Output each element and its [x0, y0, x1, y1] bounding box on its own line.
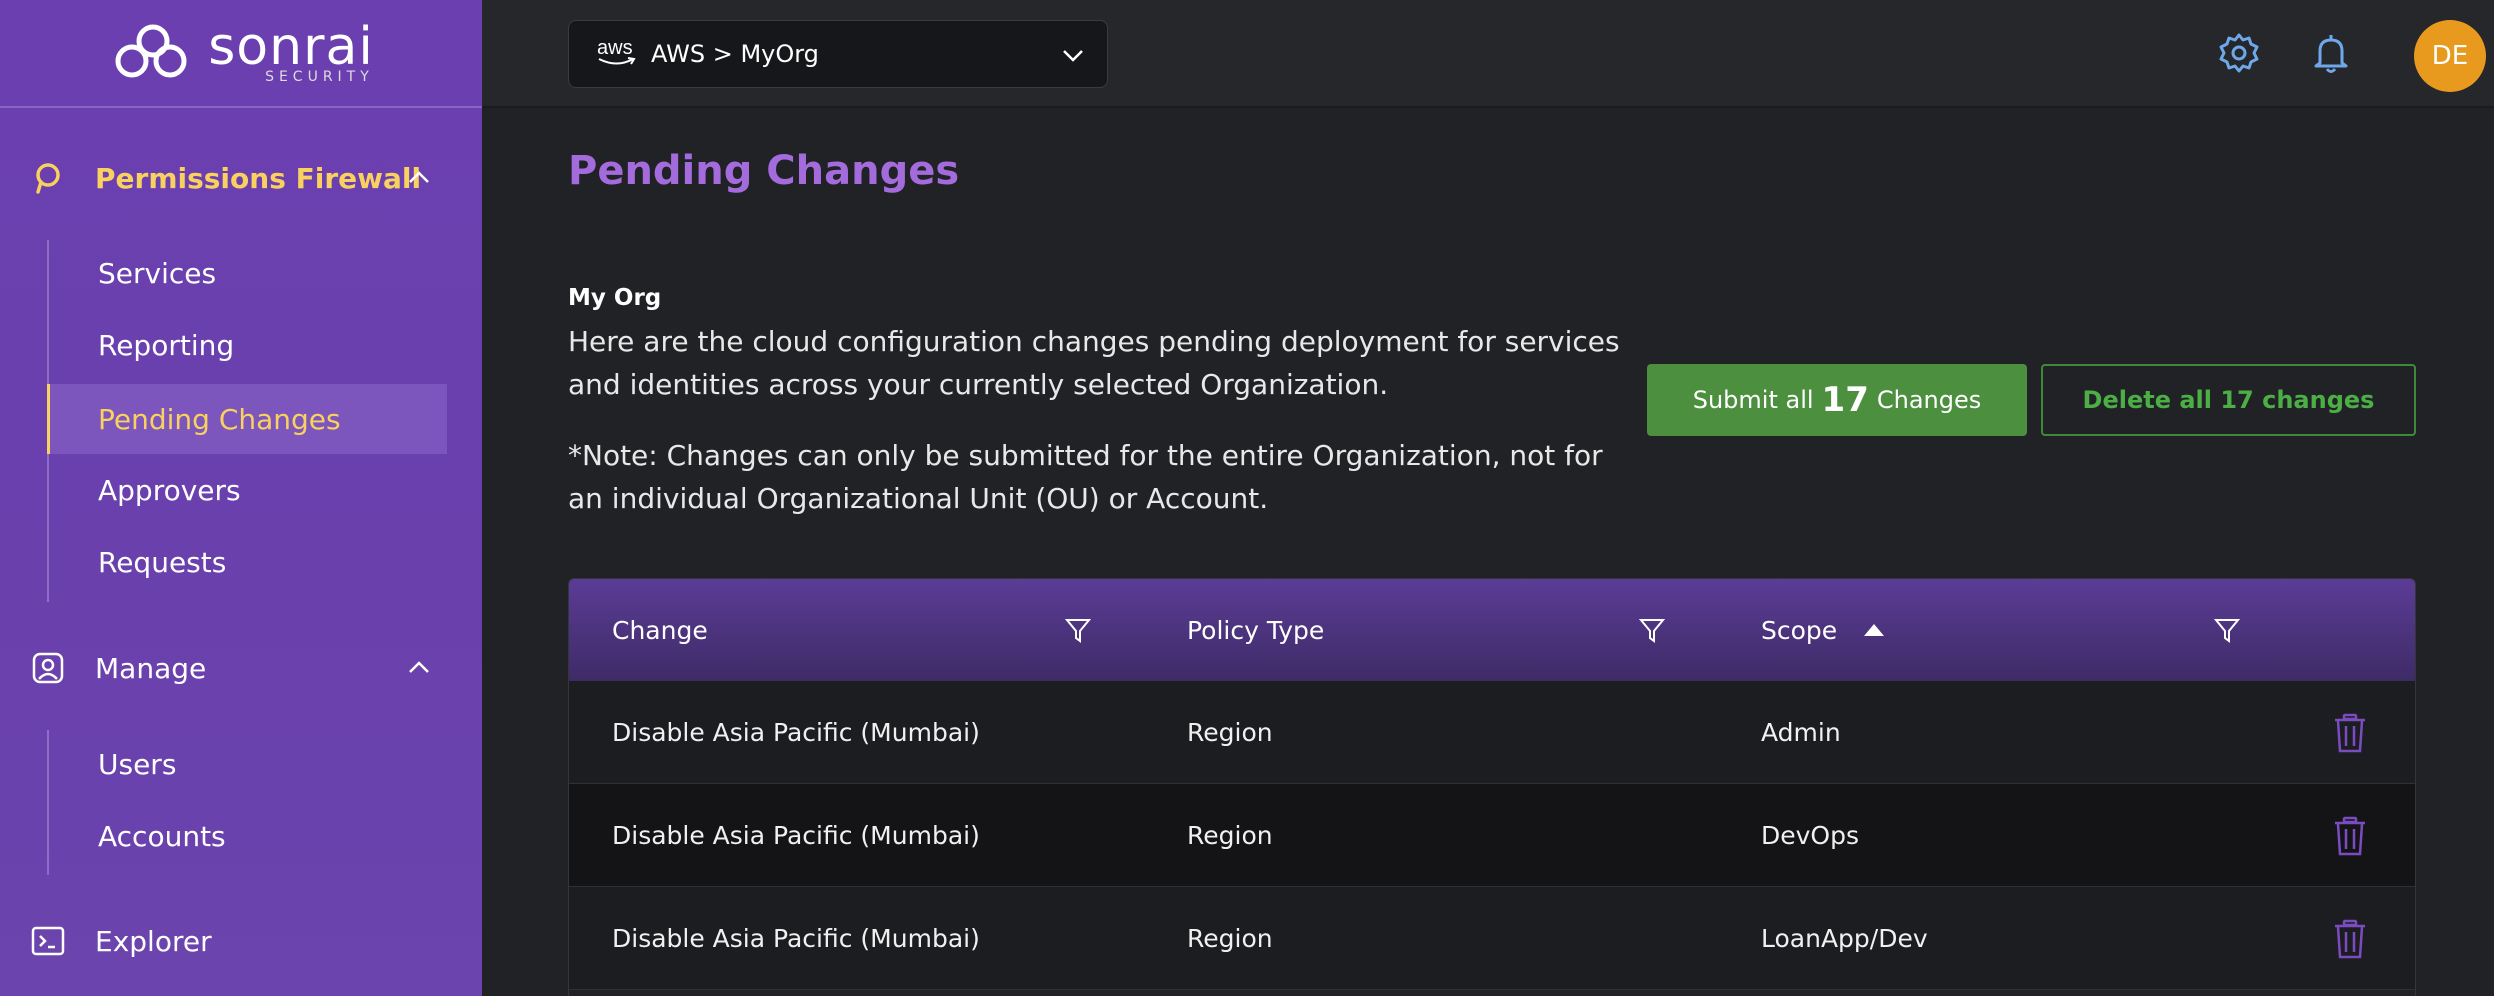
page-description: Here are the cloud configuration changes… [568, 325, 1620, 401]
terminal-icon [31, 926, 65, 956]
sidebar-item-approvers[interactable]: Approvers [47, 455, 447, 525]
sidebar-section-label: Manage [95, 651, 207, 685]
sidebar-section-explorer[interactable]: Explorer [0, 906, 482, 976]
sonrai-logo[interactable]: sonrai SECURITY [0, 0, 482, 108]
sidebar-item-users[interactable]: Users [47, 729, 447, 799]
brand-name: sonrai [208, 17, 374, 77]
column-header-policy-type[interactable]: Policy Type [1187, 579, 1324, 681]
column-header-scope[interactable]: Scope [1761, 579, 1837, 681]
sidebar-section-label: Explorer [95, 924, 212, 958]
cell-policy-type: Region [1187, 821, 1273, 850]
sidebar-item-services[interactable]: Services [47, 238, 447, 308]
sidebar-section-manage[interactable]: Manage [0, 633, 482, 703]
sidebar-item-reporting[interactable]: Reporting [47, 310, 447, 380]
cell-policy-type: Region [1187, 718, 1273, 747]
top-bar: aws AWS > MyOrg DE [482, 0, 2494, 108]
cell-scope: Admin [1761, 718, 1841, 747]
bell-icon[interactable] [2308, 30, 2354, 76]
sort-ascending-icon[interactable] [1863, 621, 1885, 639]
org-name: My Org [568, 285, 662, 311]
chevron-down-icon [1063, 50, 1083, 62]
sidebar-section-permissions-firewall[interactable]: Permissions Firewall [0, 143, 482, 213]
submit-suffix: Changes [1876, 386, 1982, 414]
sidebar-item-pending-changes[interactable]: Pending Changes [47, 384, 447, 454]
delete-all-button[interactable]: Delete all 17 changes [2041, 364, 2416, 436]
submit-all-button[interactable]: Submit all 17 Changes [1647, 364, 2027, 436]
cell-scope: LoanApp/Dev [1761, 924, 1928, 953]
avatar[interactable]: DE [2414, 20, 2486, 92]
org-selector-value: AWS > MyOrg [651, 40, 819, 68]
sidebar-item-requests[interactable]: Requests [47, 527, 447, 597]
cell-change: Disable Asia Pacific (Mumbai) [612, 924, 980, 953]
aws-logo-text: aws [597, 37, 633, 59]
org-selector[interactable]: aws AWS > MyOrg [568, 20, 1108, 88]
sonrai-logo-icon [115, 24, 187, 78]
page-note: *Note: Changes can only be submitted for… [568, 439, 1603, 515]
cell-change: Disable Asia Pacific (Mumbai) [612, 821, 980, 850]
filter-icon[interactable] [1063, 615, 1093, 645]
table-row: Disable Asia Pacific (Mumbai) Region Loa… [569, 887, 2415, 990]
table-row: Disable Asia Pacific (Mumbai) Region Adm… [569, 681, 2415, 784]
column-header-change[interactable]: Change [612, 579, 708, 681]
cell-scope: DevOps [1761, 821, 1859, 850]
page-title: Pending Changes [568, 148, 960, 194]
user-badge-icon [32, 652, 64, 684]
cell-policy-type: Region [1187, 924, 1273, 953]
pending-changes-table: Change Policy Type Scope Disable Asia Pa… [568, 578, 2416, 996]
submit-prefix: Submit all [1692, 386, 1814, 414]
sidebar-section-label: Permissions Firewall [95, 161, 422, 195]
table-row: Disable Asia Pacific (Mumbai) Region Dev… [569, 784, 2415, 887]
trash-icon[interactable] [2333, 816, 2367, 856]
trash-icon[interactable] [2333, 713, 2367, 753]
search-p-icon [36, 163, 60, 194]
cell-change: Disable Asia Pacific (Mumbai) [612, 718, 980, 747]
sidebar-item-accounts[interactable]: Accounts [47, 801, 447, 871]
filter-icon[interactable] [2212, 615, 2242, 645]
aws-icon: aws [597, 37, 637, 73]
chevron-up-icon[interactable] [404, 653, 434, 683]
trash-icon[interactable] [2333, 919, 2367, 959]
submit-count: 17 [1821, 380, 1869, 420]
chevron-up-icon[interactable] [404, 163, 434, 193]
gear-icon[interactable] [2216, 30, 2262, 76]
sidebar: sonrai SECURITY Permissions Firewall Ser… [0, 0, 482, 996]
table-header: Change Policy Type Scope [569, 579, 2415, 681]
filter-icon[interactable] [1637, 615, 1667, 645]
